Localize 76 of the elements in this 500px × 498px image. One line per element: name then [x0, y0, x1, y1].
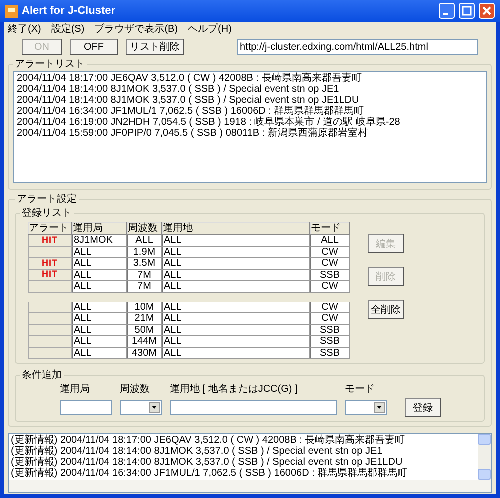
- group-title: 条件追加: [21, 368, 63, 382]
- table-cell: CW: [310, 313, 350, 324]
- url-field[interactable]: http://j-cluster.edxing.com/html/ALL25.html: [237, 39, 478, 55]
- table-cell: SSB: [310, 348, 350, 359]
- table-cell: CW: [310, 246, 350, 258]
- table-cell: CW: [310, 302, 350, 313]
- table-cell: 3.5M: [127, 258, 162, 270]
- log-entry: (更新情報) 2004/11/04 18:14:00 8J1MOK 3,537.0 ( SSB ) / Special event stn op JE1LDU: [11, 457, 404, 468]
- table-cell: ALL: [72, 348, 127, 359]
- table-cell: CW: [310, 281, 350, 292]
- alert-entry: 2004/11/04 15:59:00 JF0PIP/0 7,045.5 ( SSB ) 08011B : 新潟県西蒲原郡岩室村: [17, 128, 369, 139]
- column-header: モード: [310, 222, 350, 235]
- table-cell: 8J1MOK: [72, 235, 127, 246]
- table-cell: ALL: [162, 336, 310, 348]
- table-cell: ALL: [72, 302, 127, 313]
- group-title: 登録リスト: [21, 207, 73, 220]
- table-cell: ALL: [162, 258, 310, 270]
- table-cell: 10M: [127, 302, 162, 313]
- table-cell: 7M: [127, 270, 162, 281]
- table-cell: 144M: [127, 336, 162, 348]
- table-cell: SSB: [310, 270, 350, 281]
- table-cell: 50M: [127, 324, 162, 336]
- table-cell: ALL: [72, 246, 127, 258]
- window-title: Alert for J-Cluster: [22, 5, 117, 17]
- menu-item[interactable]: 設定(S): [51, 22, 85, 36]
- menu-item[interactable]: ヘルプ(H): [188, 22, 232, 36]
- alert-entry: 2004/11/04 18:14:00 8J1MOK 3,537.0 ( SSB ) / Special event stn op JE1: [17, 84, 340, 95]
- toolbar-button[interactable]: リスト削除: [126, 39, 184, 55]
- table-cell: 7M: [127, 281, 162, 292]
- alert-entry: 2004/11/04 18:17:00 JE6QAV 3,512.0 ( CW ) 42008B : 長崎県南高来郡吾妻町: [17, 73, 363, 84]
- table-cell: SSB: [310, 336, 350, 348]
- list-button[interactable]: 全削除: [368, 300, 404, 319]
- table-cell: ALL: [162, 246, 310, 258]
- register-button[interactable]: 登録: [405, 398, 441, 417]
- table-cell: ALL: [72, 270, 127, 281]
- table-cell: ALL: [162, 235, 310, 246]
- table-cell: ALL: [72, 324, 127, 336]
- alert-entry: 2004/11/04 16:19:00 JN2HDH 7,054.5 ( SSB ) 1918 : 岐阜県本巣市 / 道の駅 岐阜県-28: [17, 117, 402, 128]
- log-entry: (更新情報) 2004/11/04 16:34:00 JF1MUL/1 7,062.5 ( SSB ) 16006D : 群馬県群馬郡群馬町: [11, 468, 409, 479]
- table-cell: CW: [310, 258, 350, 270]
- field-label: 周波数: [120, 382, 151, 396]
- table-cell: ALL: [72, 336, 127, 348]
- log-entry: (更新情報) 2004/11/04 18:17:00 JE6QAV 3,512.0 ( CW ) 42008B : 長崎県南高来郡吾妻町: [11, 435, 406, 446]
- table-cell: ALL: [127, 235, 162, 246]
- hit-label: HIT: [42, 236, 58, 245]
- field-label: モード: [345, 383, 376, 396]
- toolbar-button[interactable]: OFF: [70, 39, 118, 55]
- column-header: 周波数: [127, 222, 162, 235]
- field-label: 運用地 [ 地名またはJCC(G) ]: [170, 382, 299, 396]
- group-title: アラート設定: [16, 192, 78, 206]
- table-cell: ALL: [162, 348, 310, 359]
- menu-item[interactable]: ブラウザで表示(B): [94, 22, 178, 36]
- table-cell: ALL: [162, 270, 310, 281]
- column-header: 運用地: [162, 222, 310, 235]
- field-label: 運用局: [60, 383, 91, 396]
- log-entry: (更新情報) 2004/11/04 18:14:00 8J1MOK 3,537.0 ( SSB ) / Special event stn op JE1: [11, 446, 384, 457]
- table-cell: ALL: [162, 302, 310, 313]
- table-cell: ALL: [162, 281, 310, 292]
- alert-entry: 2004/11/04 18:14:00 8J1MOK 3,537.0 ( SSB ) / Special event stn op JE1LDU: [17, 95, 360, 106]
- hit-label: HIT: [42, 258, 58, 268]
- group-title: アラートリスト: [14, 58, 86, 71]
- table-cell: ALL: [162, 313, 310, 324]
- alert-entry: 2004/11/04 16:34:00 JF1MUL/1 7,062.5 ( SSB ) 16006D : 群馬県群馬郡群馬町: [17, 106, 364, 117]
- table-cell: ALL: [162, 324, 310, 336]
- column-header: 運用局: [72, 222, 127, 235]
- column-header: アラート: [28, 222, 72, 235]
- table-cell: 430M: [127, 348, 162, 359]
- table-cell: ALL: [310, 235, 350, 246]
- table-cell: 1.9M: [127, 246, 162, 258]
- hit-label: HIT: [42, 270, 58, 280]
- table-cell: ALL: [72, 281, 127, 292]
- table-cell: ALL: [72, 258, 127, 270]
- table-cell: 21M: [127, 313, 162, 324]
- menu-item[interactable]: 終了(X): [8, 22, 42, 36]
- table-cell: SSB: [310, 324, 350, 336]
- table-cell: ALL: [72, 313, 127, 324]
